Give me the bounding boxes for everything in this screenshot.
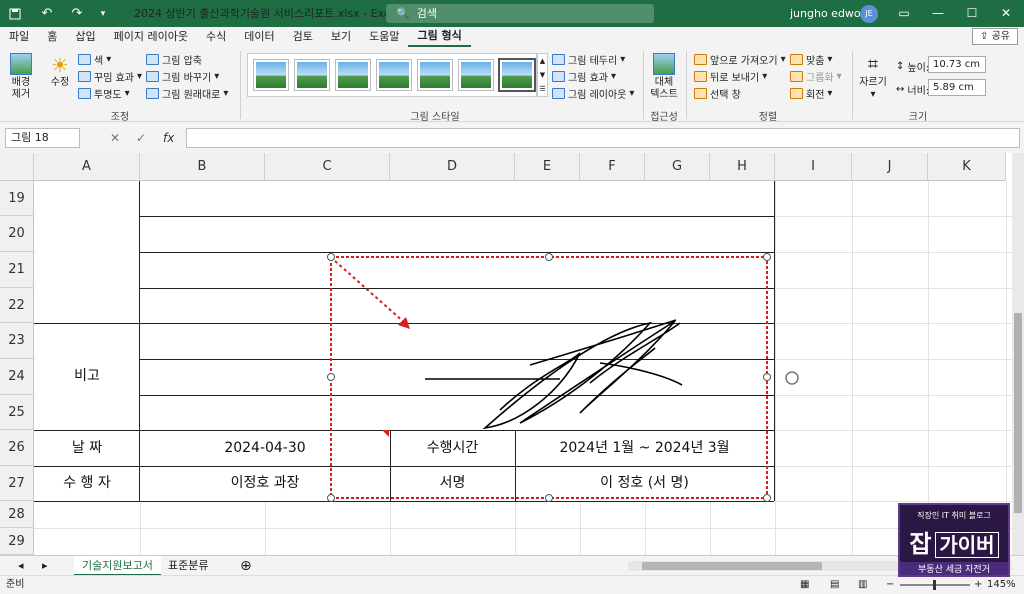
artistic-effects-button[interactable]: 꾸밈 효과 ▾	[78, 69, 142, 84]
ribbon-display-icon[interactable]: ▭	[888, 0, 920, 27]
zoom-out-icon[interactable]: −	[886, 576, 894, 594]
insert-function-icon[interactable]: fx	[163, 128, 174, 148]
bring-forward-button[interactable]: 앞으로 가져오기 ▾	[694, 52, 786, 67]
save-icon[interactable]	[4, 0, 26, 27]
undo-icon[interactable]: ↶	[36, 0, 58, 27]
transparency-button[interactable]: 투명도 ▾	[78, 86, 130, 101]
styles-group-label: 그림 스타일	[410, 112, 460, 123]
adjust-group-label: 조정	[110, 112, 130, 123]
cancel-icon[interactable]: ✕	[110, 128, 120, 148]
color-button[interactable]: 색 ▾	[78, 52, 111, 67]
tab-6[interactable]: 검토	[284, 27, 322, 47]
signature-picture[interactable]	[0, 153, 1024, 555]
redo-icon[interactable]: ↷	[66, 0, 88, 27]
tab-5[interactable]: 데이터	[235, 27, 283, 47]
reset-picture-button[interactable]: 그림 원래대로 ▾	[146, 86, 228, 101]
ribbon: 배경 제거 ☀ 수정 색 ▾ 꾸밈 효과 ▾ 투명도 ▾ 그림 압축 그림 바꾸기…	[0, 47, 1024, 123]
width-input[interactable]: 5.89 cm	[928, 79, 986, 96]
tab-7[interactable]: 보기	[322, 27, 360, 47]
crop-icon: ⌗	[867, 54, 879, 75]
zoom-slider[interactable]	[900, 580, 970, 590]
width-label: ↔ 너비:	[896, 84, 930, 97]
tab-4[interactable]: 수식	[197, 27, 235, 47]
scrollbar-thumb[interactable]	[642, 562, 822, 570]
sheet-tab-tech-report[interactable]: 기술지원보고서	[74, 556, 161, 576]
style-thumb[interactable]	[295, 60, 329, 90]
align-button[interactable]: 맞춤 ▾	[790, 52, 832, 67]
vertical-scrollbar[interactable]	[1012, 153, 1024, 555]
watermark-big1: 잡	[909, 530, 932, 558]
picture-layout-button[interactable]: 그림 레이아웃 ▾	[552, 86, 634, 101]
worksheet-grid[interactable]: A B C D E F G H I J K 19 20 21 22 23 24 25 26 27 28 29 비고 날 짜 20…	[0, 153, 1024, 555]
zoom-in-icon[interactable]: +	[974, 576, 982, 594]
enter-icon[interactable]: ✓	[136, 128, 146, 148]
corrections-button[interactable]: ☀ 수정	[46, 53, 74, 89]
page-layout-icon[interactable]: ▤	[830, 576, 839, 594]
normal-view-icon[interactable]: ▦	[800, 576, 809, 594]
zoom-level[interactable]: 145%	[987, 576, 1016, 594]
height-label: ↕ 높이:	[896, 61, 930, 74]
send-backward-button[interactable]: 뒤로 보내기 ▾	[694, 69, 767, 84]
watermark-big2: 가이버	[935, 532, 999, 558]
search-input[interactable]: 🔍 검색	[386, 4, 654, 23]
ribbon-tabs: 파일 홈 삽입 페이지 레이아웃 수식 데이터 검토 보기 도움말 그림 형식	[0, 27, 1024, 47]
style-thumb[interactable]	[377, 60, 411, 90]
sun-icon: ☀	[51, 53, 69, 77]
page-break-icon[interactable]: ▥	[858, 576, 867, 594]
style-thumb[interactable]	[418, 60, 452, 90]
name-box[interactable]: 그림 18	[5, 128, 80, 148]
rotate-button[interactable]: 회전 ▾	[790, 86, 832, 101]
tab-0[interactable]: 파일	[0, 27, 38, 47]
zoom-slider-thumb[interactable]	[933, 580, 936, 590]
height-input[interactable]: 10.73 cm	[928, 56, 986, 73]
picture-border-button[interactable]: 그림 테두리 ▾	[552, 52, 625, 67]
style-thumb[interactable]	[500, 60, 534, 90]
next-sheet-icon[interactable]: ▸	[34, 556, 56, 576]
picture-styles-gallery[interactable]	[247, 53, 537, 97]
style-thumb[interactable]	[336, 60, 370, 90]
share-button[interactable]: ⇪ 공유	[972, 28, 1018, 45]
picture-effects-button[interactable]: 그림 효과 ▾	[552, 69, 616, 84]
arrange-group-label: 정렬	[758, 112, 778, 123]
size-group-label: 크기	[908, 112, 928, 123]
tab-9[interactable]: 그림 형식	[408, 27, 471, 47]
style-thumb[interactable]	[459, 60, 493, 90]
crop-button[interactable]: ⌗ 자르기 ▾	[856, 53, 890, 101]
watermark-line2: 부동산 세금 자전거	[900, 562, 1008, 575]
formula-bar: 그림 18 ✕ ✓ fx	[0, 124, 1024, 151]
maximize-icon[interactable]: ☐	[956, 0, 988, 27]
watermark-line1: 직장인 IT 취미 블로그	[917, 511, 991, 520]
change-picture-button[interactable]: 그림 바꾸기 ▾	[146, 69, 219, 84]
close-icon[interactable]: ✕	[990, 0, 1022, 27]
prev-sheet-icon[interactable]: ◂	[10, 556, 32, 576]
selection-pane-button[interactable]: 선택 창	[694, 86, 741, 101]
status-bar: 준비 ▦ ▤ ▥ − + 145%	[0, 575, 1024, 593]
tab-3[interactable]: 페이지 레이아웃	[105, 27, 197, 47]
tab-2[interactable]: 삽입	[66, 27, 104, 47]
avatar[interactable]: JE	[860, 5, 878, 23]
add-sheet-icon[interactable]: ⊕	[232, 556, 260, 576]
quick-access-dropdown-icon[interactable]: ▾	[92, 0, 114, 27]
minimize-icon[interactable]: —	[922, 0, 954, 27]
alt-text-button[interactable]: 대체 텍스트	[648, 53, 680, 101]
style-thumb[interactable]	[254, 60, 288, 90]
tab-8[interactable]: 도움말	[360, 27, 408, 47]
vertical-scrollbar-thumb[interactable]	[1014, 313, 1022, 513]
sheet-tab-standard[interactable]: 표준분류	[160, 556, 216, 576]
compress-pictures-button[interactable]: 그림 압축	[146, 52, 202, 67]
group-button[interactable]: 그룹화 ▾	[790, 69, 842, 84]
gallery-scroll[interactable]: ▲ ▼ ☰	[537, 53, 548, 97]
sheet-tabs-bar: ◂ ▸ 기술지원보고서 표준분류 ⊕	[0, 555, 1024, 576]
formula-input[interactable]	[186, 128, 1020, 148]
status-mode: 준비	[6, 579, 25, 590]
accessibility-group-label: 접근성	[650, 112, 678, 123]
tab-1[interactable]: 홈	[38, 27, 66, 47]
remove-background-button[interactable]: 배경 제거	[6, 53, 36, 101]
blog-watermark-logo: 직장인 IT 취미 블로그 잡 가이버 부동산 세금 자전거	[898, 503, 1010, 577]
